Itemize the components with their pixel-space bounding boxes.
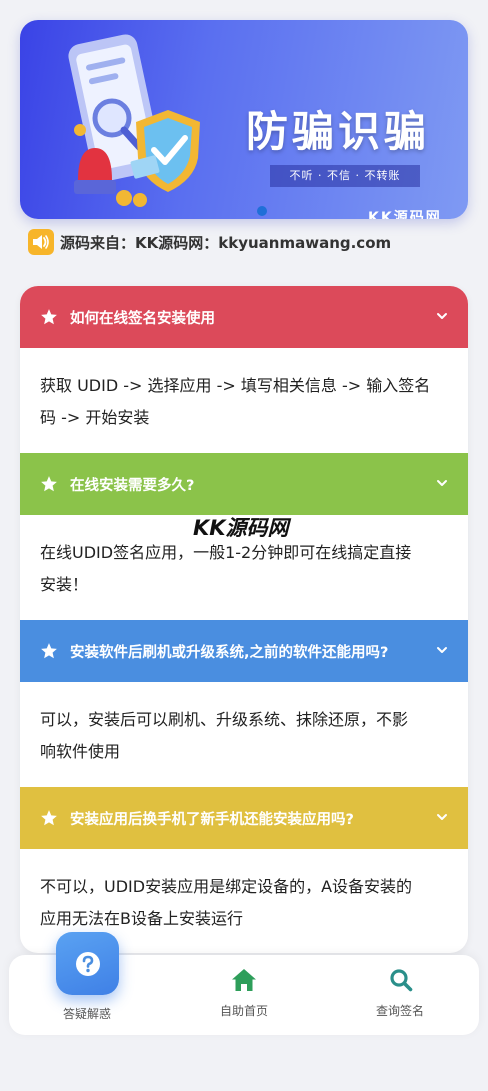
nav-item-query[interactable]: 查询签名 <box>372 966 432 1022</box>
faq-answer-line: 获取 UDID -> 选择应用 -> 填写相关信息 -> 输入签名 <box>40 376 431 395</box>
star-icon <box>41 476 57 492</box>
promo-banner[interactable]: 防骗识骗 不听 · 不信 · 不转账 KK源码网 <box>20 20 468 219</box>
faq-question-1[interactable]: 如何在线签名安装使用 <box>20 286 468 348</box>
search-icon <box>390 969 413 992</box>
faq-question-4[interactable]: 安装应用后换手机了新手机还能安装应用吗? <box>20 787 468 849</box>
nav-label-faq[interactable]: 答疑解惑 <box>63 1005 111 1022</box>
faq-answer-1: 获取 UDID -> 选择应用 -> 填写相关信息 -> 输入签名 码 -> 开… <box>20 348 468 453</box>
faq-question-2[interactable]: 在线安装需要多久? <box>20 453 468 515</box>
chevron-down-icon[interactable] <box>436 811 448 823</box>
nav-label-query: 查询签名 <box>376 1004 425 1018</box>
notice-text: 源码来自：KK源码网：kkyuanmawang.com <box>60 233 392 252</box>
chevron-down-icon[interactable] <box>436 310 448 322</box>
faq-card: 如何在线签名安装使用 获取 UDID -> 选择应用 -> 填写相关信息 -> … <box>20 286 468 953</box>
chevron-down-icon[interactable] <box>436 477 448 489</box>
faq-question-3[interactable]: 安装软件后刷机或升级系统,之前的软件还能用吗? <box>20 620 468 682</box>
faq-question-text: 安装软件后刷机或升级系统,之前的软件还能用吗? <box>70 644 389 661</box>
speaker-icon <box>28 229 54 255</box>
nav-item-home[interactable]: 自助首页 <box>216 966 272 1022</box>
star-icon <box>41 643 57 659</box>
nav-label-home: 自助首页 <box>220 1004 269 1018</box>
nav-item-faq[interactable] <box>56 932 119 995</box>
faq-answer-line: 不可以，UDID安装应用是绑定设备的，A设备安装的 <box>40 877 413 896</box>
faq-answer-line: 响软件使用 <box>40 742 121 761</box>
faq-answer-line: 可以，安装后可以刷机、升级系统、抹除还原，不影 <box>40 710 409 729</box>
star-icon <box>41 309 57 325</box>
star-icon <box>41 810 57 826</box>
faq-answer-line: 应用无法在B设备上安装运行 <box>40 909 243 928</box>
source-notice: 源码来自：KK源码网：kkyuanmawang.com <box>28 229 391 255</box>
watermark-text: KK源码网 <box>193 516 289 540</box>
faq-question-text: 安装应用后换手机了新手机还能安装应用吗? <box>70 811 354 828</box>
chevron-down-icon[interactable] <box>436 644 448 656</box>
banner-title: 防骗识骗 <box>246 107 431 156</box>
home-icon <box>232 969 256 991</box>
faq-question-text: 在线安装需要多久? <box>70 477 195 494</box>
banner-brand: KK源码网 <box>368 210 442 219</box>
question-circle-icon <box>75 951 100 976</box>
security-phone-illustration <box>68 34 200 207</box>
faq-answer-line: 安装！ <box>40 575 89 594</box>
banner-subtitle: 不听 · 不信 · 不转账 <box>270 165 420 187</box>
carousel-indicator[interactable] <box>257 206 267 216</box>
faq-question-text: 如何在线签名安装使用 <box>70 310 215 327</box>
faq-answer-3: 可以，安装后可以刷机、升级系统、抹除还原，不影 响软件使用 <box>20 682 468 787</box>
faq-answer-line: 码 -> 开始安装 <box>40 408 150 427</box>
